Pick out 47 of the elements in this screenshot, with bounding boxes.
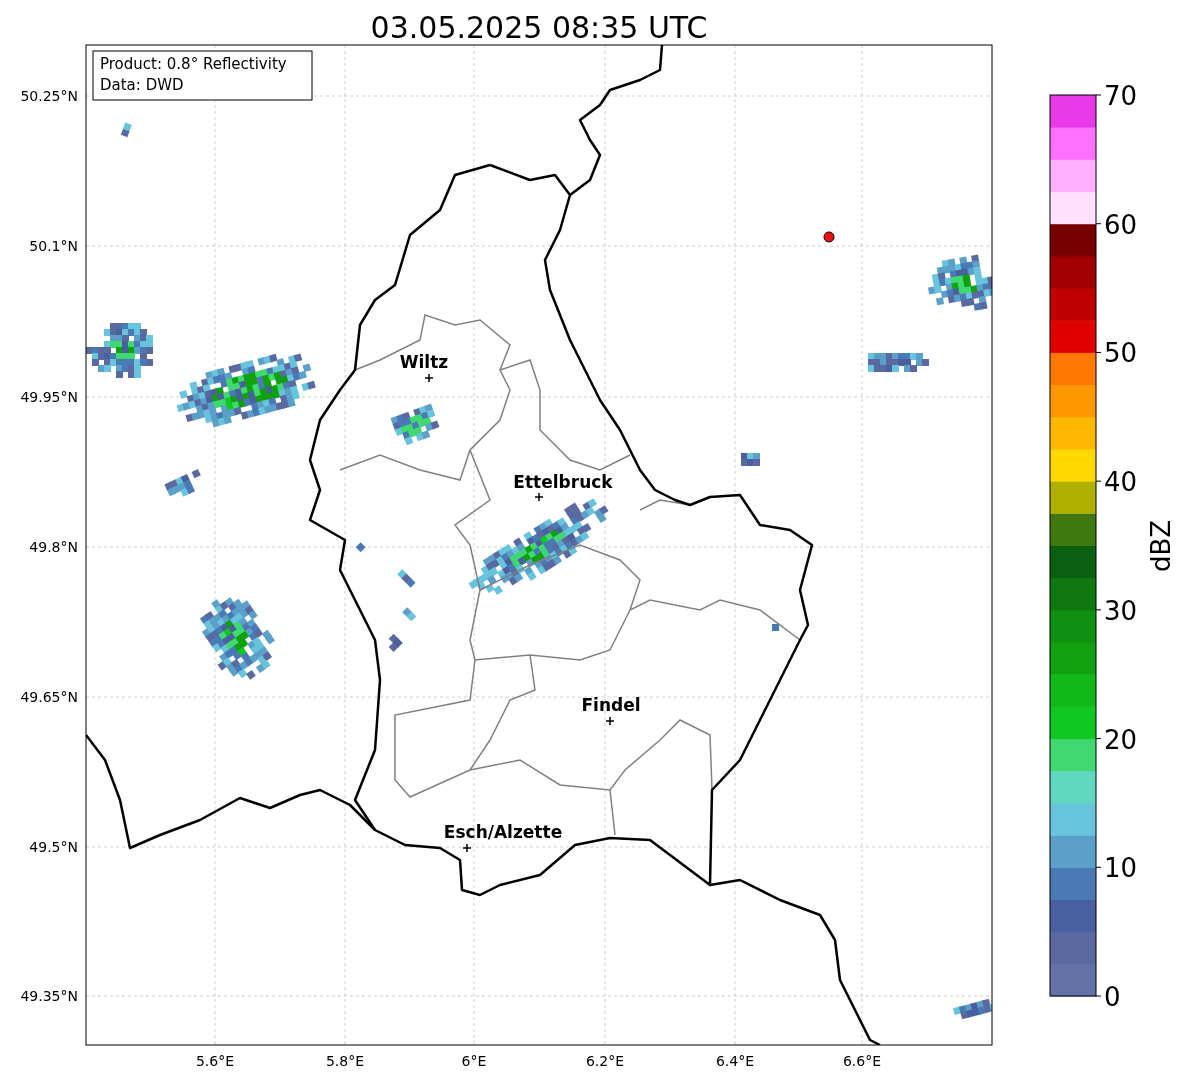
radar-echo (164, 468, 201, 497)
city-label: Findel (581, 695, 641, 715)
radar-echo (868, 353, 929, 372)
radar-site-marker (823, 231, 835, 243)
radar-echo (402, 607, 417, 622)
longitude-label: 6.2°E (585, 1053, 625, 1069)
city-marker-icon (462, 843, 472, 853)
radar-echo (927, 254, 992, 311)
radar-echo (86, 323, 153, 378)
colorbar-tick-label: 50 (1104, 338, 1138, 369)
latitude-label: 49.35°N (20, 988, 78, 1004)
latitude-label: 49.65°N (20, 689, 78, 705)
city-label: Ettelbruck (513, 472, 613, 492)
latitude-label: 49.95°N (20, 389, 78, 405)
colorbar-tick-label: 30 (1104, 595, 1138, 626)
map-title: 03.05.2025 08:35 UTC (370, 10, 708, 45)
info-text: Product: 0.8° Reflectivity (100, 55, 287, 73)
latitude-label: 49.8°N (29, 539, 78, 555)
colorbar-tick-label: 20 (1104, 724, 1138, 755)
city-marker-icon (534, 492, 544, 502)
colorbar-tick-label: 10 (1104, 853, 1138, 884)
city-marker-icon (424, 373, 434, 383)
colorbar-tick-label: 40 (1104, 467, 1138, 498)
colorbar-label: dBZ (1146, 519, 1176, 573)
radar-echo (953, 998, 992, 1020)
colorbar-tick-label: 0 (1104, 982, 1121, 1012)
radar-echo (741, 453, 760, 466)
city-label: Esch/Alzette (443, 822, 563, 842)
radar-echo (397, 569, 416, 588)
radar-echo (772, 624, 779, 631)
colorbar-tick-label: 70 (1104, 81, 1138, 111)
longitude-label: 5.8°E (325, 1053, 365, 1069)
longitude-label: 5.6°E (195, 1053, 235, 1069)
city-marker-icon (605, 716, 615, 726)
longitude-label: 6.4°E (715, 1053, 755, 1069)
latitude-label: 50.1°N (29, 238, 78, 254)
city-label: Wiltz (399, 352, 449, 372)
info-text: Data: DWD (100, 76, 184, 94)
longitude-label: 6°E (461, 1053, 487, 1069)
longitude-label: 6.6°E (842, 1053, 882, 1069)
radar-echo (388, 633, 403, 653)
latitude-label: 49.5°N (29, 839, 78, 855)
radar-echo (355, 542, 366, 553)
radar-echo (390, 403, 440, 446)
latitude-label: 50.25°N (20, 88, 78, 104)
radar-echo (120, 122, 132, 138)
colorbar-tick-label: 60 (1104, 209, 1138, 240)
